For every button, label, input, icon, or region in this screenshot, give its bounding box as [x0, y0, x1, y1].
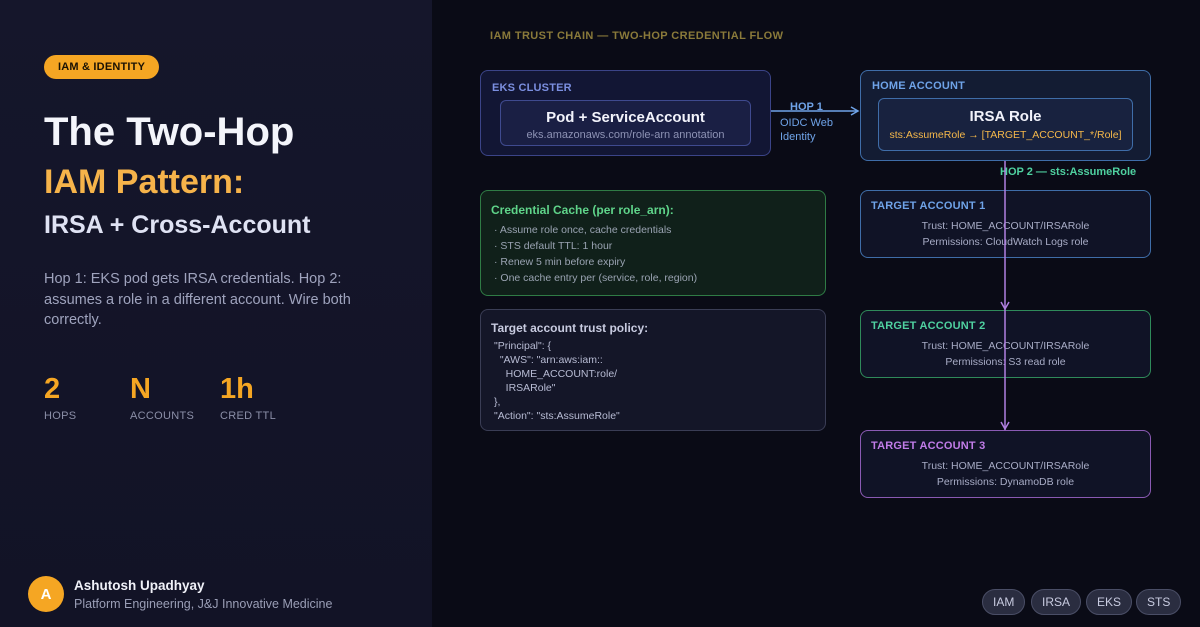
- target-account-label: TARGET ACCOUNT 1: [871, 200, 986, 212]
- target-trust: Trust: HOME_ACCOUNT/IRSARole: [921, 460, 1090, 472]
- stat-hops: 2 HOPS: [44, 372, 76, 422]
- hop1-mechanism: OIDC Web Identity: [780, 117, 833, 143]
- credential-cache-box: Credential Cache (per role_arn): · Assum…: [480, 190, 826, 296]
- target-account-2-box: TARGET ACCOUNT 2 Trust: HOME_ACCOUNT/IRS…: [860, 310, 1151, 378]
- irsa-role-title: IRSA Role: [969, 108, 1042, 125]
- diagram-title: IAM TRUST CHAIN — TWO-HOP CREDENTIAL FLO…: [490, 30, 784, 42]
- hop2-label: HOP 2 — sts:AssumeRole: [1000, 166, 1137, 178]
- stat-value: 1h: [220, 373, 254, 405]
- pod-annotation: eks.amazonaws.com/role-arn annotation: [526, 129, 725, 141]
- target-account-label: TARGET ACCOUNT 2: [871, 320, 986, 332]
- pod-serviceaccount-box: Pod + ServiceAccount eks.amazonaws.com/r…: [500, 100, 751, 146]
- subtitle: IRSA + Cross-Account: [44, 211, 311, 239]
- target-trust: Trust: HOME_ACCOUNT/IRSARole: [921, 340, 1090, 352]
- category-badge: IAM & IDENTITY: [44, 55, 160, 79]
- stat-label: CRED TTL: [220, 410, 276, 422]
- author-name: Ashutosh Upadhyay: [74, 578, 205, 593]
- stat-label: ACCOUNTS: [130, 410, 195, 422]
- title-line-1: The Two-Hop: [44, 110, 295, 154]
- stat-cred-ttl: 1h CRED TTL: [220, 372, 276, 422]
- list-item: · Renew 5 min before expiry: [494, 256, 626, 268]
- tag-eks[interactable]: EKS: [1086, 589, 1133, 615]
- list-item: · One cache entry per (service, role, re…: [494, 272, 698, 284]
- cache-title: Credential Cache (per role_arn):: [491, 203, 674, 217]
- list-item: · STS default TTL: 1 hour: [494, 240, 613, 252]
- stat-accounts: N ACCOUNTS: [130, 372, 194, 422]
- eks-cluster-label: EKS CLUSTER: [492, 82, 572, 94]
- target-trust: Trust: HOME_ACCOUNT/IRSARole: [921, 220, 1090, 232]
- target-permissions: Permissions: CloudWatch Logs role: [922, 236, 1089, 248]
- description: Hop 1: EKS pod gets IRSA credentials. Ho…: [44, 271, 351, 328]
- hop1-label: HOP 1: [790, 101, 823, 113]
- author-role: Platform Engineering, J&J Innovative Med…: [74, 597, 333, 611]
- trust-policy-code: "Principal": { "AWS": "arn:aws:iam:: HOM…: [494, 340, 620, 422]
- target-account-3-box: TARGET ACCOUNT 3 Trust: HOME_ACCOUNT/IRS…: [860, 430, 1151, 498]
- cache-list: · Assume role once, cache credentials · …: [494, 222, 697, 286]
- target-permissions: Permissions: DynamoDB role: [936, 476, 1075, 488]
- tag-irsa[interactable]: IRSA: [1031, 589, 1082, 615]
- stat-value: 2: [44, 373, 61, 405]
- title-line-2: IAM Pattern:: [44, 163, 245, 201]
- target-account-1-box: TARGET ACCOUNT 1 Trust: HOME_ACCOUNT/IRS…: [860, 190, 1151, 258]
- author-avatar: A: [28, 576, 64, 612]
- target-account-label: TARGET ACCOUNT 3: [871, 440, 986, 452]
- target-permissions: Permissions: S3 read role: [945, 356, 1066, 368]
- stat-value: N: [130, 373, 151, 405]
- trust-policy-title: Target account trust policy:: [491, 321, 649, 335]
- irsa-role-permission: sts:AssumeRole → [TARGET_ACCOUNT_*/Role]: [889, 129, 1122, 141]
- tag-sts[interactable]: STS: [1136, 589, 1182, 615]
- irsa-role-box: IRSA Role sts:AssumeRole → [TARGET_ACCOU…: [878, 98, 1133, 151]
- tag-iam[interactable]: IAM: [982, 589, 1026, 615]
- stat-label: HOPS: [44, 410, 77, 422]
- home-account-label: HOME ACCOUNT: [872, 80, 966, 92]
- pod-title: Pod + ServiceAccount: [546, 109, 705, 126]
- trust-policy-box: Target account trust policy: "Principal"…: [480, 309, 826, 431]
- list-item: · Assume role once, cache credentials: [494, 224, 672, 236]
